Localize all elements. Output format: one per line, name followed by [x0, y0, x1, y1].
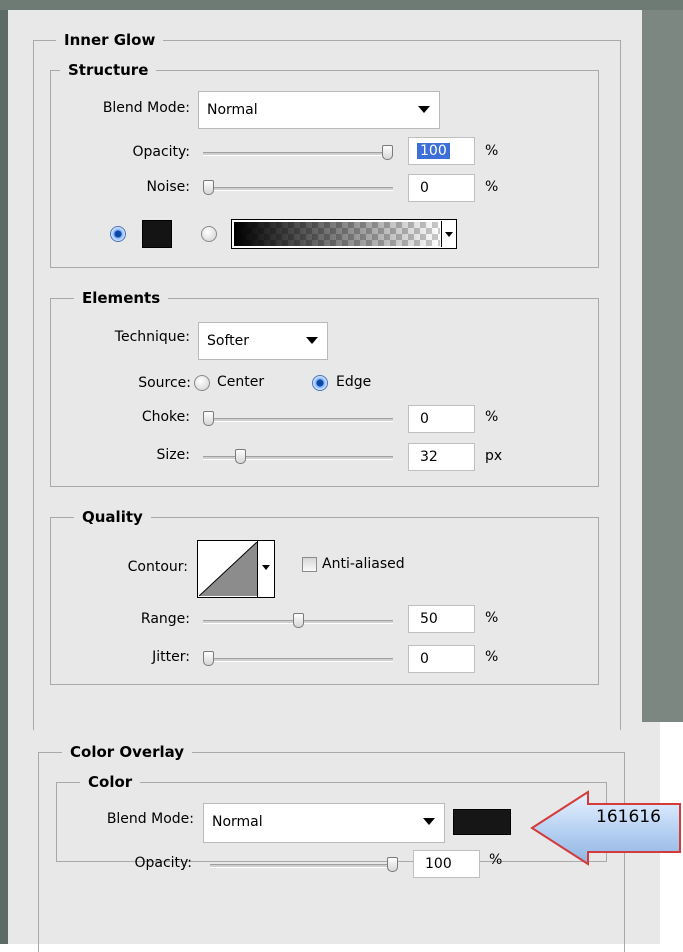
size-slider-track[interactable]	[203, 456, 393, 460]
source-label: Source:	[138, 375, 191, 391]
overlay-opacity-slider-track[interactable]	[210, 864, 398, 868]
elements-title: Elements	[74, 289, 169, 307]
overlay-blend-mode-label: Blend Mode:	[106, 811, 194, 827]
solid-color-radio[interactable]	[110, 226, 126, 242]
choke-slider-track[interactable]	[203, 418, 393, 422]
chevron-down-icon	[418, 106, 430, 113]
chevron-down-icon	[262, 565, 270, 570]
callout-label: 161616	[596, 807, 661, 827]
noise-slider-thumb[interactable]	[203, 180, 214, 195]
size-input[interactable]: 32	[408, 443, 475, 471]
range-unit: %	[485, 610, 499, 626]
choke-slider-thumb[interactable]	[203, 411, 214, 426]
jitter-label: Jitter:	[152, 649, 190, 665]
chevron-down-icon	[423, 818, 435, 825]
blend-mode-select[interactable]: Normal	[198, 91, 440, 129]
callout-arrow-icon	[530, 790, 681, 866]
jitter-unit: %	[485, 649, 499, 665]
noise-label: Noise:	[146, 179, 190, 195]
anti-aliased-checkbox[interactable]	[302, 557, 317, 572]
quality-title: Quality	[74, 508, 151, 526]
overlay-opacity-slider-thumb[interactable]	[387, 857, 398, 872]
gradient-picker[interactable]	[231, 219, 457, 249]
noise-unit: %	[485, 179, 499, 195]
source-center-label: Center	[217, 374, 265, 390]
blend-mode-label: Blend Mode:	[102, 100, 190, 116]
size-unit: px	[485, 448, 503, 464]
contour-label: Contour:	[127, 559, 188, 575]
contour-picker[interactable]	[197, 540, 275, 598]
overlay-blend-mode-select[interactable]: Normal	[203, 803, 445, 843]
range-label: Range:	[140, 611, 190, 627]
contour-preview-icon	[199, 542, 257, 596]
range-slider-thumb[interactable]	[292, 613, 304, 628]
overlay-opacity-label: Opacity:	[134, 855, 192, 871]
opacity-input[interactable]: 100	[408, 137, 475, 165]
noise-slider-track[interactable]	[203, 187, 393, 191]
contour-dropdown-button[interactable]	[257, 541, 274, 597]
technique-label: Technique:	[114, 329, 190, 345]
opacity-label: Opacity:	[132, 144, 190, 160]
structure-title: Structure	[60, 61, 157, 79]
chevron-down-icon	[445, 232, 453, 237]
overlay-color-swatch[interactable]	[453, 809, 511, 835]
background-strip	[642, 0, 683, 722]
choke-label: Choke:	[141, 409, 190, 425]
gradient-preview	[234, 222, 440, 246]
noise-input[interactable]: 0	[408, 174, 475, 202]
top-strip	[0, 0, 683, 10]
choke-input[interactable]: 0	[408, 405, 475, 433]
source-edge-label: Edge	[336, 374, 372, 390]
color-group-title: Color	[80, 773, 141, 791]
range-input[interactable]: 50	[408, 605, 475, 633]
choke-unit: %	[485, 409, 499, 425]
gradient-radio[interactable]	[201, 226, 217, 242]
opacity-slider-thumb[interactable]	[382, 145, 393, 160]
inner-glow-title: Inner Glow	[56, 31, 164, 49]
jitter-input[interactable]: 0	[408, 645, 475, 673]
chevron-down-icon	[306, 337, 318, 344]
technique-select[interactable]: Softer	[198, 322, 328, 360]
jitter-slider-thumb[interactable]	[203, 651, 214, 666]
jitter-slider-track[interactable]	[203, 658, 393, 662]
anti-aliased-label: Anti-aliased	[322, 556, 405, 572]
glow-color-swatch[interactable]	[142, 220, 172, 248]
opacity-unit: %	[485, 143, 499, 159]
source-center-radio[interactable]	[194, 375, 210, 391]
overlay-blend-mode-value: Normal	[212, 814, 263, 830]
size-slider-thumb[interactable]	[235, 449, 247, 464]
gradient-dropdown-button[interactable]	[441, 221, 455, 247]
technique-value: Softer	[207, 333, 249, 349]
opacity-slider-track[interactable]	[203, 152, 393, 156]
overlay-opacity-unit: %	[489, 852, 503, 868]
source-edge-radio[interactable]	[312, 375, 328, 391]
opacity-input-value: 100	[417, 143, 450, 159]
blend-mode-value: Normal	[207, 102, 258, 118]
color-overlay-title: Color Overlay	[62, 743, 193, 761]
size-label: Size:	[156, 447, 190, 463]
overlay-opacity-input[interactable]: 100	[413, 850, 480, 878]
